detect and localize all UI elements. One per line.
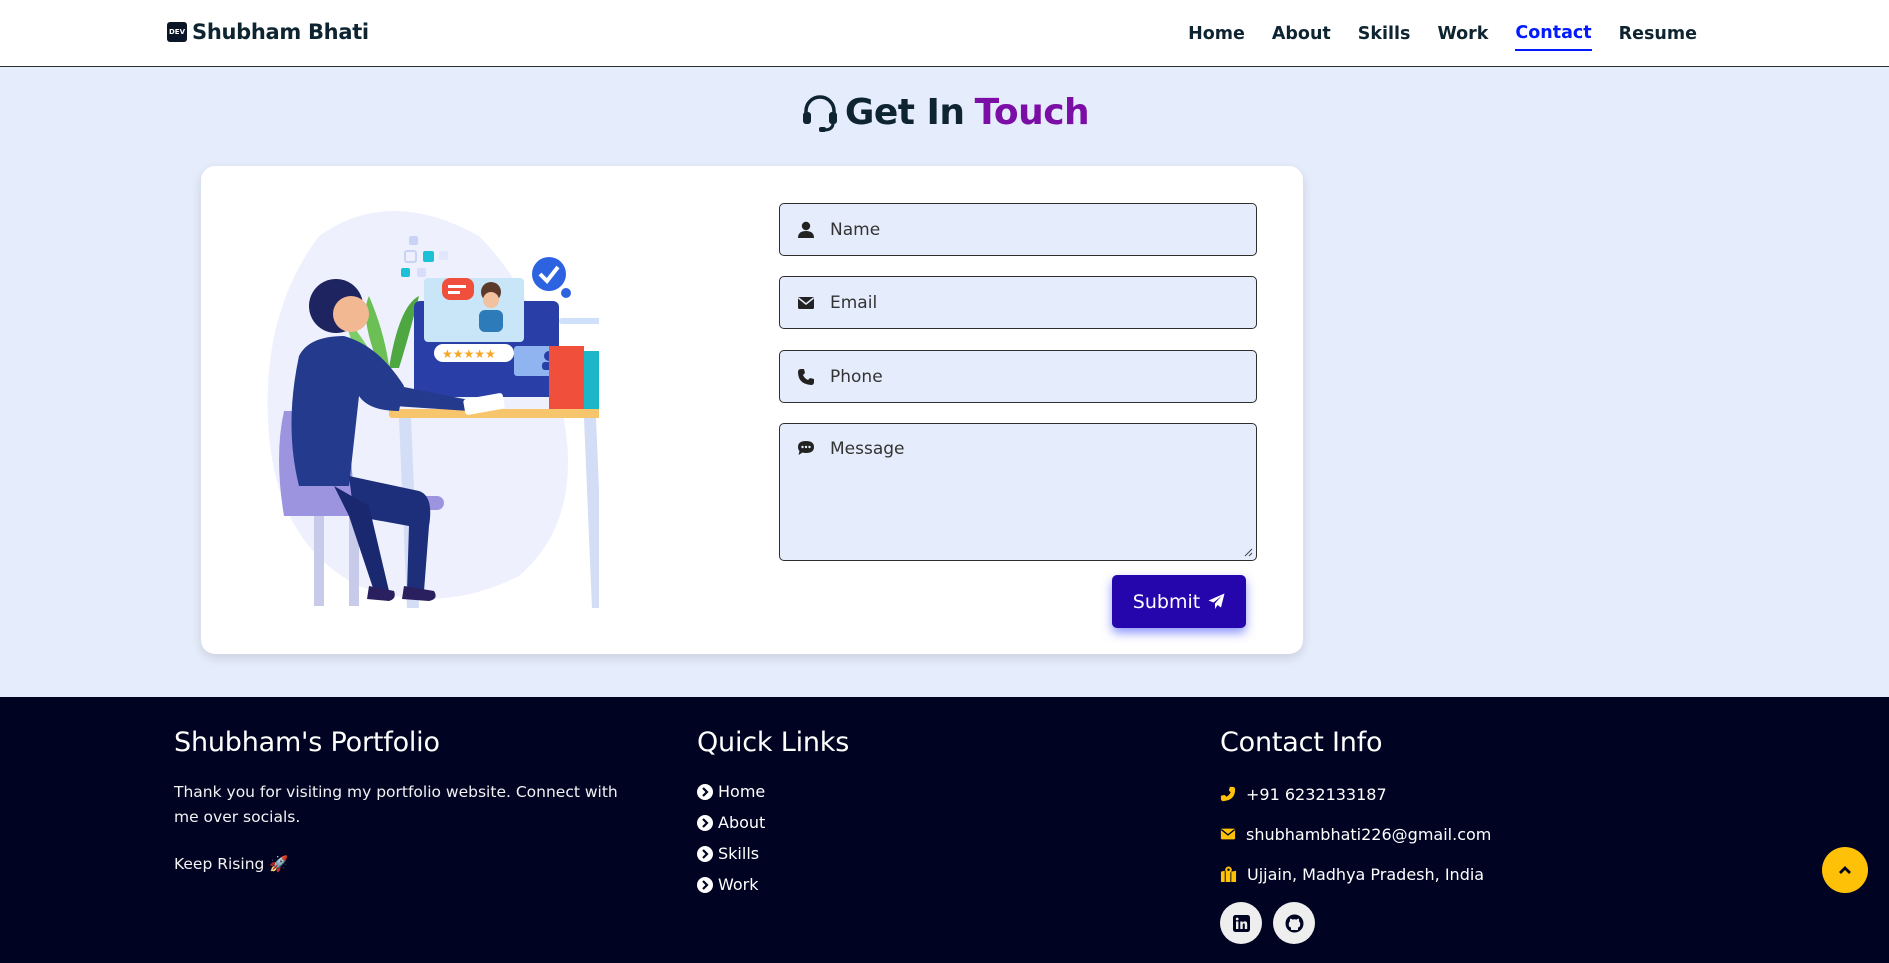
envelope-icon [798,296,814,309]
name-field[interactable]: Name [779,203,1257,256]
github-button[interactable] [1273,902,1315,944]
linkedin-button[interactable] [1220,902,1262,944]
message-placeholder: Message [830,439,905,459]
contact-phone-text: +91 6232133187 [1246,784,1387,804]
contact-location: Ujjain, Madhya Pradesh, India [1220,854,1491,894]
quick-link-label: Home [718,782,766,801]
quick-link-label: About [718,813,766,832]
contact-email-text: shubhambhati226@gmail.com [1246,824,1492,844]
contact-email: shubhambhati226@gmail.com [1220,814,1491,854]
site-footer: Shubham's Portfolio Thank you for visiti… [0,697,1889,963]
dev-badge-icon: DEV [167,22,187,42]
nav-contact[interactable]: Contact [1515,17,1592,51]
envelope-icon [1220,828,1236,840]
chevron-circle-right-icon [697,845,713,862]
quick-link-skills[interactable]: Skills [697,838,849,869]
phone-placeholder: Phone [830,366,883,387]
main-nav: Home About Skills Work Contact Resume [1161,0,1697,67]
quick-link-about[interactable]: About [697,807,849,838]
email-field[interactable]: Email [779,276,1257,329]
chevron-circle-right-icon [697,783,713,800]
nav-home[interactable]: Home [1188,18,1245,50]
nav-about[interactable]: About [1272,18,1331,50]
chevron-up-icon [1839,866,1851,874]
footer-tagline: Keep Rising 🚀 [174,855,289,873]
chevron-circle-right-icon [697,876,713,893]
phone-icon [798,368,814,385]
headset-icon [802,94,837,132]
message-field[interactable]: Message [779,423,1257,561]
svg-text:★★★★★: ★★★★★ [442,347,496,361]
name-placeholder: Name [830,219,881,240]
phone-icon [1220,786,1236,802]
comment-dots-icon [798,441,814,455]
footer-about: Shubham's Portfolio Thank you for visiti… [174,727,624,873]
resize-handle-icon[interactable] [1243,547,1253,557]
contact-info-title: Contact Info [1220,727,1383,758]
quick-link-label: Work [718,875,759,894]
site-header: DEV Shubham Bhati Home About Skills Work… [0,0,1889,67]
logo-text: Shubham Bhati [192,20,369,44]
footer-about-text: Thank you for visiting my portfolio webs… [174,783,618,826]
nav-resume[interactable]: Resume [1619,18,1697,50]
section-heading: Get In Touch [0,92,1889,133]
map-marked-icon [1220,865,1237,882]
nav-work[interactable]: Work [1437,18,1488,50]
quick-link-label: Skills [718,844,760,863]
submit-label: Submit [1132,590,1201,613]
scroll-to-top-button[interactable] [1822,847,1868,893]
heading-accent: Touch [974,92,1090,133]
footer-quick-links: Quick Links Home About Skills Work [697,727,849,900]
email-placeholder: Email [830,292,878,313]
paper-plane-icon [1208,593,1225,609]
footer-contact-info: Contact Info +91 6232133187 shubhambhati… [1220,727,1491,944]
contact-location-text: Ujjain, Madhya Pradesh, India [1247,864,1485,884]
chevron-circle-right-icon [697,814,713,831]
contact-phone: +91 6232133187 [1220,774,1491,814]
site-logo[interactable]: DEV Shubham Bhati [167,20,369,44]
quick-link-work[interactable]: Work [697,869,849,900]
linkedin-icon [1232,914,1250,932]
quick-links-title: Quick Links [697,727,850,758]
phone-field[interactable]: Phone [779,350,1257,403]
heading-main: Get In [844,92,965,133]
user-icon [798,221,814,238]
quick-link-home[interactable]: Home [697,776,849,807]
social-links [1220,902,1491,944]
submit-button[interactable]: Submit [1112,575,1246,628]
contact-card: ★★★★★ Name Email Phone Message Submit [201,166,1303,654]
nav-skills[interactable]: Skills [1358,18,1411,50]
github-icon [1285,914,1303,932]
contact-illustration: ★★★★★ [267,211,599,608]
footer-about-title: Shubham's Portfolio [174,727,440,758]
